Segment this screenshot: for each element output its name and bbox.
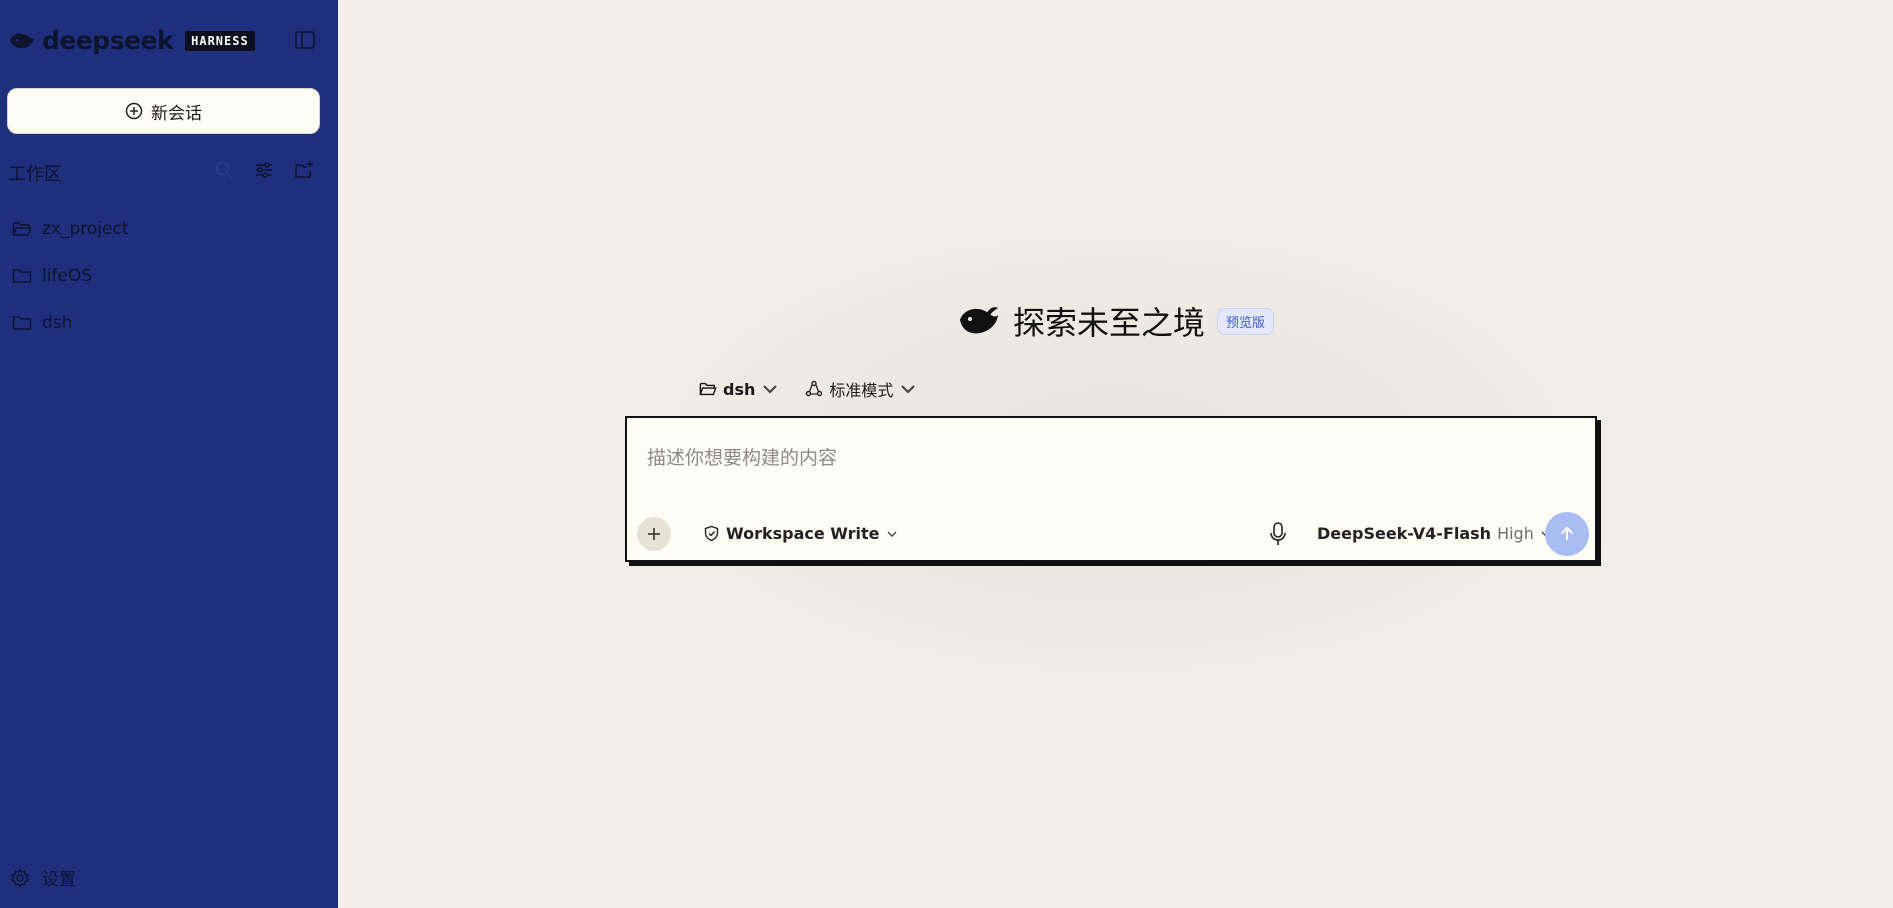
folder-open-icon xyxy=(699,382,717,396)
model-level: High xyxy=(1497,524,1534,543)
chevron-down-icon xyxy=(887,531,897,537)
composer-controls: dsh 标准模式 xyxy=(699,377,917,401)
chevron-down-icon xyxy=(763,385,778,394)
model-selector[interactable]: DeepSeek-V4-Flash High xyxy=(1317,524,1552,543)
preview-badge: 预览版 xyxy=(1217,307,1275,335)
folder-list: zx_project lifeOS dsh xyxy=(12,205,129,346)
send-button[interactable] xyxy=(1545,512,1589,556)
folder-icon xyxy=(12,315,32,330)
prompt-input[interactable] xyxy=(647,438,1547,478)
folder-selector-label: dsh xyxy=(723,379,756,399)
new-chat-button[interactable]: 新会话 xyxy=(7,88,320,134)
search-icon[interactable] xyxy=(213,159,235,181)
new-folder-icon[interactable] xyxy=(293,159,315,181)
model-name: DeepSeek-V4-Flash xyxy=(1317,524,1492,543)
whale-logo-icon xyxy=(959,307,998,334)
cycle-icon xyxy=(806,380,823,397)
page-title: 探索未至之境 xyxy=(1012,304,1205,342)
folder-item-zx-project[interactable]: zx_project xyxy=(12,205,129,252)
brand: deepseek HARNESS xyxy=(8,26,255,55)
composer: Workspace Write DeepSeek-V4-Flash High xyxy=(625,416,1597,562)
brand-name: deepseek xyxy=(42,26,174,55)
sidebar-toggle-icon[interactable] xyxy=(294,29,316,51)
folder-icon xyxy=(12,268,32,283)
whale-logo-icon xyxy=(10,33,34,48)
mode-selector[interactable]: 标准模式 xyxy=(805,377,917,401)
settings-label: 设置 xyxy=(42,870,76,890)
plus-icon xyxy=(648,528,660,540)
new-chat-label: 新会话 xyxy=(151,103,202,124)
sidebar: deepseek HARNESS 新会话 工作区 zx_project life… xyxy=(0,0,338,908)
permission-label: Workspace Write xyxy=(726,524,880,543)
workspace-tools xyxy=(213,159,315,181)
mode-selector-label: 标准模式 xyxy=(829,381,894,400)
folder-label: dsh xyxy=(42,312,73,333)
shield-edit-icon xyxy=(704,525,719,542)
attach-button[interactable] xyxy=(637,517,671,551)
main-area: 探索未至之境 预览版 dsh 标准模式 描述你想要构建的内容 Workspace… xyxy=(338,0,1893,908)
hero-heading: 探索未至之境 预览版 xyxy=(338,298,1893,344)
gear-icon xyxy=(11,867,29,888)
permission-selector[interactable]: Workspace Write xyxy=(703,524,898,543)
folder-open-icon xyxy=(12,221,32,236)
folder-item-lifeos[interactable]: lifeOS xyxy=(12,252,129,299)
brand-badge: HARNESS xyxy=(185,30,255,51)
filter-sliders-icon[interactable] xyxy=(253,159,275,181)
microphone-icon[interactable] xyxy=(1267,521,1289,547)
arrow-up-icon xyxy=(1560,526,1574,540)
app-window: deepseek HARNESS 新会话 工作区 zx_project life… xyxy=(0,0,1893,908)
folder-item-dsh[interactable]: dsh xyxy=(12,299,129,346)
folder-label: lifeOS xyxy=(42,265,93,286)
plus-circle-icon xyxy=(125,102,143,120)
folder-selector[interactable]: dsh xyxy=(699,380,779,399)
folder-label: zx_project xyxy=(42,218,129,239)
workspace-heading: 工作区 xyxy=(8,164,62,185)
settings-button[interactable]: 设置 xyxy=(10,865,76,890)
chevron-down-icon xyxy=(901,385,916,394)
